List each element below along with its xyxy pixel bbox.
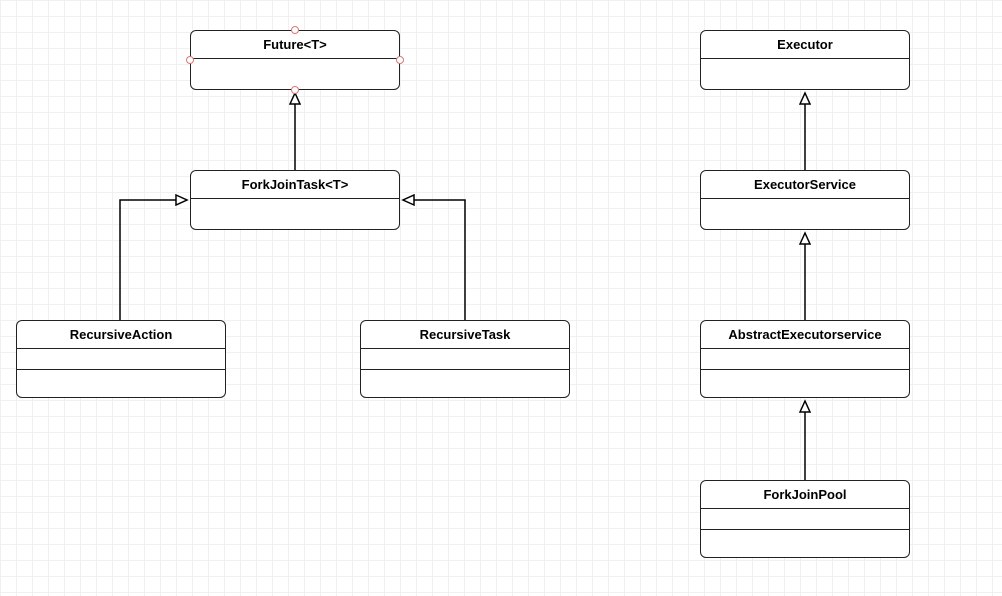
uml-class-recursivetask[interactable]: RecursiveTask <box>360 320 570 398</box>
uml-class-section <box>701 199 909 229</box>
uml-class-executor[interactable]: Executor <box>700 30 910 90</box>
uml-class-title: RecursiveTask <box>361 321 569 349</box>
uml-class-section <box>701 59 909 89</box>
uml-class-forkjointask[interactable]: ForkJoinTask<T> <box>190 170 400 230</box>
uml-class-abstractexecutorservice[interactable]: AbstractExecutorservice <box>700 320 910 398</box>
uml-class-recursiveaction[interactable]: RecursiveAction <box>16 320 226 398</box>
uml-class-executorservice[interactable]: ExecutorService <box>700 170 910 230</box>
uml-class-section <box>191 59 399 89</box>
selection-handle-top[interactable] <box>291 26 299 34</box>
selection-handle-right[interactable] <box>396 56 404 64</box>
selection-handle-bottom[interactable] <box>291 86 299 94</box>
uml-class-future[interactable]: Future<T> <box>190 30 400 90</box>
uml-class-title: Executor <box>701 31 909 59</box>
uml-class-forkjoinpool[interactable]: ForkJoinPool <box>700 480 910 558</box>
uml-class-section <box>361 349 569 370</box>
selection-handle-left[interactable] <box>186 56 194 64</box>
uml-class-section <box>17 370 225 397</box>
uml-class-title: ExecutorService <box>701 171 909 199</box>
uml-class-section <box>701 370 909 397</box>
uml-class-title: Future<T> <box>191 31 399 59</box>
uml-class-section <box>361 370 569 397</box>
uml-class-section <box>701 509 909 530</box>
uml-class-section <box>17 349 225 370</box>
uml-class-title: AbstractExecutorservice <box>701 321 909 349</box>
uml-class-title: RecursiveAction <box>17 321 225 349</box>
uml-class-section <box>191 199 399 229</box>
uml-class-title: ForkJoinPool <box>701 481 909 509</box>
uml-class-section <box>701 530 909 557</box>
uml-class-title: ForkJoinTask<T> <box>191 171 399 199</box>
uml-class-section <box>701 349 909 370</box>
